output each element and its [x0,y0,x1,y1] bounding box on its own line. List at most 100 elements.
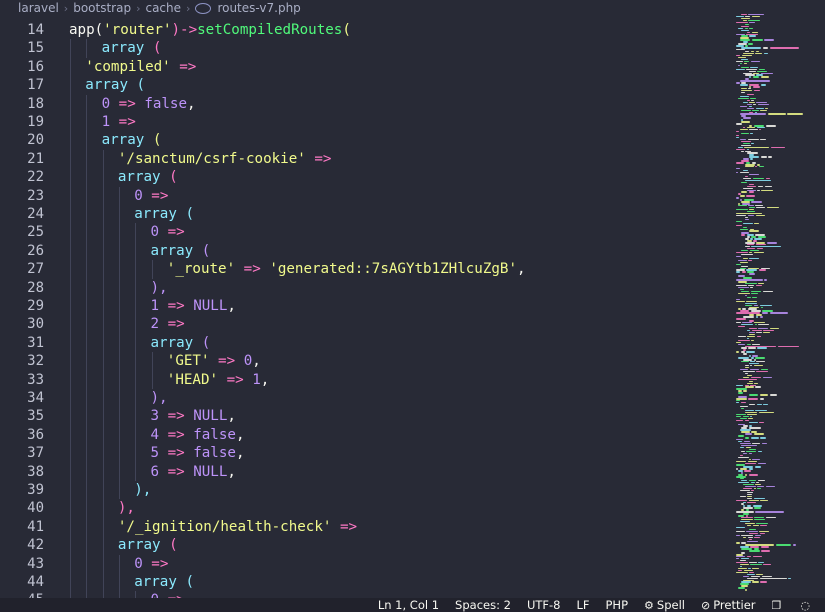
minimap-line [741,181,747,184]
code-token: => [159,224,185,241]
minimap-line [747,413,758,416]
code-line[interactable]: 22 array ( [0,168,730,187]
indent-guide [70,223,71,242]
code-line[interactable]: 26 array ( [0,241,730,261]
minimap-line [737,326,745,328]
minimap-line [736,300,745,303]
spell-check-button[interactable]: ⚙ Spell [644,598,685,612]
code-token: ), [150,390,168,406]
code-line[interactable]: 34), [0,389,730,408]
minimap-line [761,189,773,191]
notifications-button[interactable]: ◌ [800,599,813,612]
code-token: false [193,426,236,443]
minimap-line [757,462,766,464]
encoding-setting[interactable]: UTF-8 [527,598,561,612]
code-line[interactable]: 15 array ( [0,39,730,58]
breadcrumb-item-laravel[interactable]: laravel [18,1,59,15]
minimap-line [745,302,757,304]
indent-guide [118,333,120,353]
code-token: array [150,334,194,351]
code-line[interactable]: 17 array ( [0,76,730,95]
code-line[interactable]: 37 5 => false, [0,444,730,463]
minimap-line [756,335,762,338]
breadcrumb-item-bootstrap[interactable]: bootstrap [73,1,131,15]
code-text: 1 => NULL, [151,297,236,315]
minimap-line [743,142,750,145]
code-line[interactable]: 19 1 => [0,113,730,132]
code-line[interactable]: 20 array ( [0,131,730,150]
code-line[interactable]: 32 'GET' => 0, [0,352,730,371]
code-line[interactable]: 30 2 => [0,315,730,334]
indent-guide [102,444,104,463]
minimap-line [746,68,758,70]
line-number: 26 [27,242,44,259]
code-line[interactable]: 41 '/_ignition/health-check' => [0,517,730,537]
code-text: array ( [85,76,145,94]
code-line[interactable]: 27 '_route' => 'generated::7sAGYtb1ZHlcuZ… [0,260,730,279]
minimap-line [737,205,747,207]
minimap-line [746,195,756,197]
prettier-icon: ⊘ [700,598,711,612]
code-text: 1 => [102,113,136,131]
breadcrumb-item-cache[interactable]: cache [145,1,181,15]
minimap-line [741,450,745,453]
code-line[interactable]: 14 app('router')->setCompiledRoutes( [0,21,730,39]
code-line[interactable]: 44 array ( [0,573,730,592]
code-line[interactable]: 31 array ( [0,333,730,353]
minimap-line [736,322,741,324]
code-line[interactable]: 25 0 => [0,223,730,242]
spell-check-icon: ⚙ [644,598,654,612]
code-line[interactable]: 18 0 => false, [0,94,730,113]
code-token: ( [342,22,351,38]
eol-setting[interactable]: LF [576,598,589,612]
code-token: 1 [101,114,111,130]
code-line[interactable]: 38 6 => NULL, [0,462,730,481]
indent-guide [135,223,137,242]
code-line[interactable]: 29 1 => NULL, [0,297,730,316]
minimap-line [748,398,759,400]
minimap-line [746,450,757,453]
code-line[interactable]: 28), [0,278,730,297]
code-line[interactable]: 21 '/sanctum/csrf-cookie' => [0,149,730,169]
indentation-setting[interactable]: Spaces: 2 [455,598,511,612]
layout-button[interactable]: ❐ [772,599,785,612]
minimap-line [759,129,762,131]
code-line[interactable]: 23 0 => [0,186,730,205]
code-line[interactable]: 45 0 => [0,591,730,598]
language-mode[interactable]: PHP [606,598,629,612]
indent-guide [86,297,88,316]
minimap-line [739,495,746,498]
code-line[interactable]: 36 4 => false, [0,425,730,445]
indent-guide [86,499,88,518]
minimap-line [739,138,747,141]
code-line[interactable]: 39), [0,481,730,500]
code-line[interactable]: 40), [0,499,730,518]
cursor-position[interactable]: Ln 1, Col 1 [378,598,439,612]
code-editor[interactable]: 14 app('router')->setCompiledRoutes(15 arr… [0,20,730,598]
code-line[interactable]: 35 3 => NULL, [0,407,730,426]
code-token: => [159,408,194,425]
indent-guide [86,333,88,353]
minimap[interactable] [730,0,825,598]
minimap-line [736,136,740,139]
code-line[interactable]: 43 0 => [0,554,730,573]
indent-guide [86,223,88,242]
code-token: => [218,371,253,388]
minimap-line [759,530,770,533]
code-line[interactable]: 33 'HEAD' => 1, [0,370,730,389]
minimap-line [744,27,748,30]
minimap-line [750,575,761,577]
code-token: ( [176,206,194,222]
minimap-line [741,234,746,236]
code-line[interactable]: 16 'compiled' => [0,57,730,77]
minimap-line [746,99,750,102]
indent-guide [70,333,71,353]
line-number: 29 [27,298,44,314]
breadcrumb-item-file[interactable]: routes-v7.php [217,1,300,15]
minimap-line [748,538,752,540]
indent-guide [102,278,104,297]
code-line[interactable]: 24 array ( [0,205,730,224]
minimap-line [741,92,745,94]
code-line[interactable]: 42 array ( [0,536,730,555]
prettier-button[interactable]: ⊘ Prettier [701,598,756,612]
